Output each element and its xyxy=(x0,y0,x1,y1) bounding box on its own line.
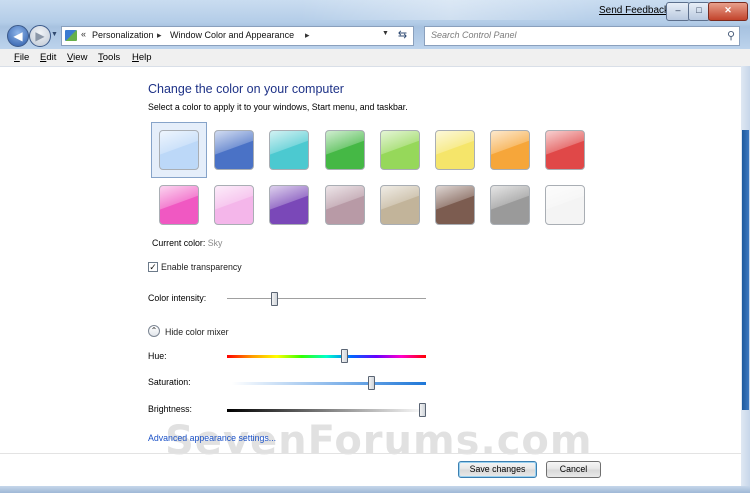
color-intensity-slider[interactable] xyxy=(271,292,278,306)
address-overflow-chevron-icon[interactable]: « xyxy=(81,29,86,39)
address-dropdown-icon[interactable]: ▼ xyxy=(382,30,389,37)
breadcrumb-window-color[interactable]: Window Color and Appearance xyxy=(170,30,294,40)
menu-help-label: elp xyxy=(138,52,152,63)
breadcrumb-separator-icon[interactable]: ▸ xyxy=(157,30,162,41)
breadcrumb-separator-icon[interactable]: ▸ xyxy=(305,30,310,41)
collapse-chevron-icon[interactable]: ⌃ xyxy=(148,325,160,337)
color-swatch[interactable] xyxy=(490,185,530,225)
search-placeholder: Search Control Panel xyxy=(431,30,517,40)
recent-pages-dropdown-icon[interactable]: ▼ xyxy=(51,31,58,38)
hue-slider[interactable] xyxy=(341,349,348,363)
saturation-label: Saturation: xyxy=(148,377,191,387)
search-input[interactable]: Search Control Panel ⚲ xyxy=(424,26,740,46)
menu-edit-label: dit xyxy=(46,52,57,63)
color-swatch[interactable] xyxy=(214,130,254,170)
close-button[interactable]: ✕ xyxy=(708,2,748,21)
enable-transparency-label[interactable]: Enable transparency xyxy=(161,262,242,272)
color-swatch[interactable] xyxy=(159,185,199,225)
brightness-track[interactable] xyxy=(227,409,426,412)
menu-help-accesskey: H xyxy=(132,52,139,63)
color-swatch[interactable] xyxy=(269,185,309,225)
window-edge-accent xyxy=(742,130,749,410)
menu-view-label: iew xyxy=(73,52,88,63)
control-panel-window: Send Feedback – □ ✕ ◀ ▶ ▼ « Personalizat… xyxy=(0,0,750,493)
brightness-slider[interactable] xyxy=(419,403,426,417)
color-swatch[interactable] xyxy=(435,185,475,225)
control-panel-icon xyxy=(65,30,77,41)
search-icon[interactable]: ⚲ xyxy=(727,29,735,42)
cancel-button[interactable]: Cancel xyxy=(546,461,601,478)
color-intensity-label: Color intensity: xyxy=(148,293,207,303)
menu-file[interactable]: File xyxy=(14,52,29,63)
hide-color-mixer-label[interactable]: Hide color mixer xyxy=(165,327,229,337)
menu-file-label: ile xyxy=(19,52,30,63)
color-swatch[interactable] xyxy=(159,130,199,170)
hue-label: Hue: xyxy=(148,351,167,361)
menu-tools-label: ools xyxy=(102,52,121,63)
page-subtitle: Select a color to apply it to your windo… xyxy=(148,102,408,112)
minimize-button[interactable]: – xyxy=(666,2,690,21)
menu-bar: File Edit View Tools Help xyxy=(0,49,750,67)
send-feedback-link[interactable]: Send Feedback xyxy=(599,5,669,16)
glass-sheen xyxy=(300,0,600,20)
refresh-button[interactable]: ⇆ xyxy=(393,27,412,43)
color-swatch[interactable] xyxy=(490,130,530,170)
color-swatch[interactable] xyxy=(545,185,585,225)
menu-help[interactable]: Help xyxy=(132,52,152,63)
saturation-track[interactable] xyxy=(232,382,426,385)
forward-button[interactable]: ▶ xyxy=(29,25,51,47)
window-bottom-edge xyxy=(0,486,750,493)
color-swatch[interactable] xyxy=(325,185,365,225)
address-bar[interactable]: « Personalization ▸ Window Color and App… xyxy=(61,26,414,46)
color-swatch[interactable] xyxy=(380,185,420,225)
current-color-value: Sky xyxy=(207,238,223,248)
color-swatch[interactable] xyxy=(325,130,365,170)
brightness-label: Brightness: xyxy=(148,404,193,414)
breadcrumb-personalization[interactable]: Personalization xyxy=(92,30,154,40)
page-title: Change the color on your computer xyxy=(148,82,344,96)
menu-view[interactable]: View xyxy=(67,52,87,63)
color-swatch[interactable] xyxy=(545,130,585,170)
color-swatch[interactable] xyxy=(214,185,254,225)
current-color-label: Current color: xyxy=(152,238,208,248)
maximize-button[interactable]: □ xyxy=(688,2,710,21)
enable-transparency-checkbox[interactable]: ✓ xyxy=(148,262,158,272)
title-bar: Send Feedback – □ ✕ ◀ ▶ ▼ « Personalizat… xyxy=(0,0,750,49)
back-button[interactable]: ◀ xyxy=(7,25,29,47)
color-swatch[interactable] xyxy=(380,130,420,170)
color-intensity-track[interactable] xyxy=(227,298,426,300)
footer-divider xyxy=(0,453,750,454)
menu-tools[interactable]: Tools xyxy=(98,52,120,63)
hue-track[interactable] xyxy=(227,355,426,358)
menu-edit[interactable]: Edit xyxy=(40,52,56,63)
color-swatch[interactable] xyxy=(435,130,475,170)
color-swatch[interactable] xyxy=(269,130,309,170)
advanced-appearance-link[interactable]: Advanced appearance settings... xyxy=(148,433,276,443)
save-changes-button[interactable]: Save changes xyxy=(458,461,537,478)
saturation-slider[interactable] xyxy=(368,376,375,390)
current-color-text: Current color: Sky xyxy=(152,238,222,248)
